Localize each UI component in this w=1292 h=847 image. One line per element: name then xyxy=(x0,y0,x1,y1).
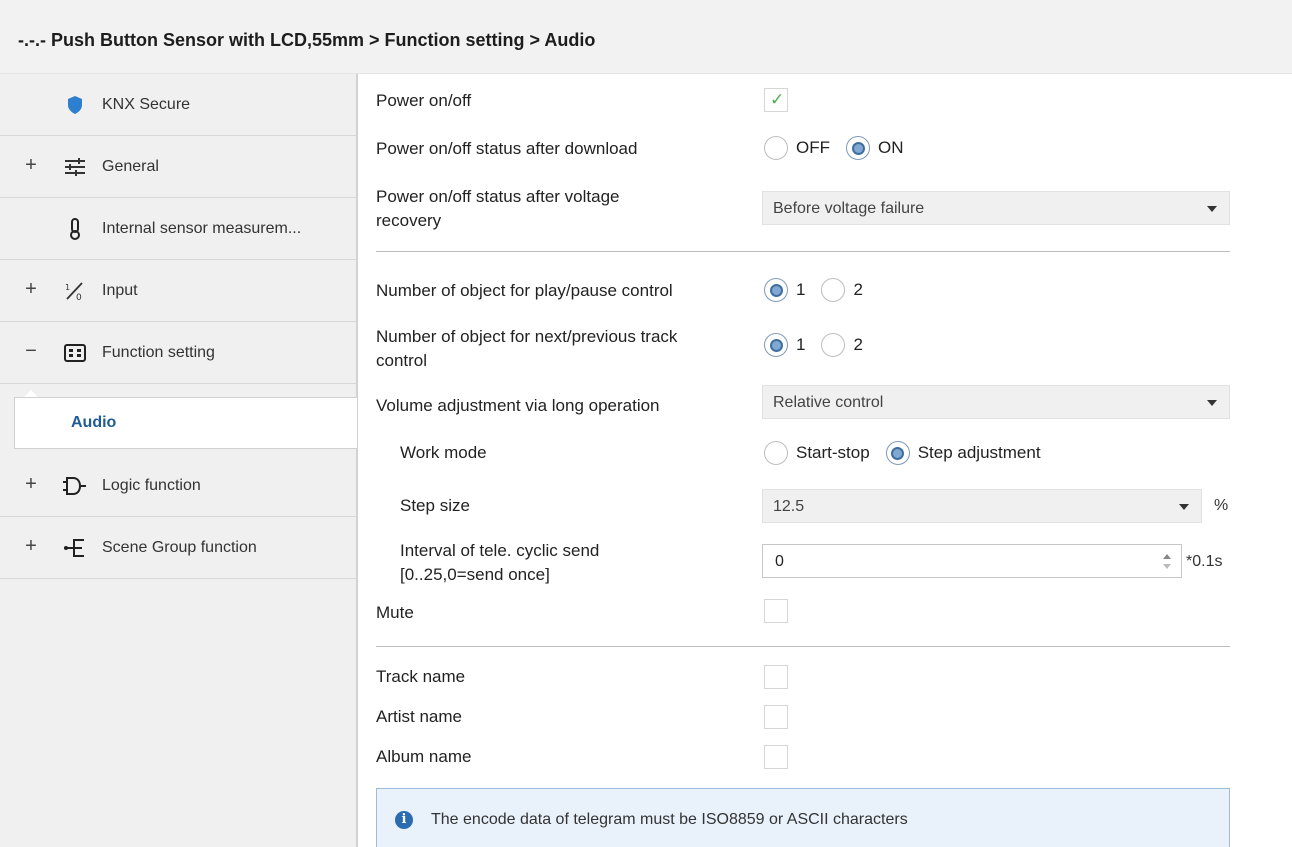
volume-label: Volume adjustment via long operation xyxy=(376,396,660,415)
radio-step-adjustment-label: Step adjustment xyxy=(917,443,1041,462)
track-name-checkbox[interactable] xyxy=(764,665,788,689)
breadcrumb-title: -.-.- Push Button Sensor with LCD,55mm >… xyxy=(18,30,596,50)
scene-group-icon xyxy=(60,535,90,561)
expand-icon[interactable]: + xyxy=(24,471,38,497)
album-name-label: Album name xyxy=(376,747,472,766)
power-download-label: Power on/off status after download xyxy=(376,139,638,158)
radio-step-adjustment[interactable] xyxy=(885,441,910,465)
sidebar-item-logic-function[interactable]: + Logic function xyxy=(0,455,356,517)
radio-on-label: ON xyxy=(878,138,904,157)
interval-unit: *0.1s xyxy=(1186,553,1223,570)
play-pause-radio-group: 1 2 xyxy=(764,277,879,303)
radio-off-label: OFF xyxy=(796,138,830,157)
work-mode-radio-group: Start-stop Step adjustment xyxy=(764,440,1057,466)
thermometer-icon xyxy=(60,216,90,242)
sidebar-item-label: Audio xyxy=(71,414,117,431)
sidebar-item-knx-secure[interactable]: KNX Secure xyxy=(0,74,356,136)
work-mode-label: Work mode xyxy=(400,443,487,462)
radio-2[interactable] xyxy=(821,278,846,302)
select-value: Before voltage failure xyxy=(773,200,925,217)
interval-label-line1: Interval of tele. cyclic send xyxy=(400,541,600,560)
next-prev-label-line1: Number of object for next/previous track xyxy=(376,327,678,346)
sidebar-item-label: Logic function xyxy=(102,477,201,494)
power-download-radio-group: OFF ON xyxy=(764,135,920,161)
sidebar-item-label: Internal sensor measurem... xyxy=(102,220,302,237)
expand-icon[interactable]: + xyxy=(24,276,38,302)
sidebar-item-label: Scene Group function xyxy=(102,539,257,556)
expand-icon[interactable]: + xyxy=(24,533,38,559)
sidebar-item-general[interactable]: + General xyxy=(0,136,356,198)
artist-name-checkbox[interactable] xyxy=(764,705,788,729)
interval-spinbox[interactable]: 0 xyxy=(762,544,1182,578)
expand-icon[interactable]: + xyxy=(24,152,38,178)
step-size-select[interactable]: 12.5 xyxy=(762,489,1202,523)
info-text: The encode data of telegram must be ISO8… xyxy=(431,811,908,828)
radio-1[interactable] xyxy=(764,278,788,302)
next-prev-label-line2: control xyxy=(376,351,428,370)
spin-up-icon[interactable] xyxy=(1163,554,1171,559)
album-name-checkbox[interactable] xyxy=(764,745,788,769)
mute-label: Mute xyxy=(376,603,414,622)
sidebar-item-label: General xyxy=(102,158,159,175)
radio-off[interactable] xyxy=(764,136,788,160)
power-recovery-label-line1: Power on/off status after voltage xyxy=(376,187,620,206)
next-prev-radio-group: 1 2 xyxy=(764,332,879,358)
power-recovery-label-line2: recovery xyxy=(376,211,442,230)
artist-name-label: Artist name xyxy=(376,707,462,726)
spinbox-value: 0 xyxy=(775,553,784,570)
step-size-unit: % xyxy=(1214,497,1229,514)
info-box: i The encode data of telegram must be IS… xyxy=(376,788,1230,847)
info-icon: i xyxy=(395,811,413,829)
radio-start-stop[interactable] xyxy=(764,441,788,465)
check-icon: ✓ xyxy=(770,90,785,109)
sidebar-item-label: Function setting xyxy=(102,344,215,361)
sidebar-item-function-setting[interactable]: − Function setting xyxy=(0,322,356,384)
input-switch-icon: 1 0 xyxy=(60,278,90,304)
title-bar: -.-.- Push Button Sensor with LCD,55mm >… xyxy=(0,0,1292,74)
power-checkbox[interactable]: ✓ xyxy=(764,88,788,112)
select-value: 12.5 xyxy=(773,498,805,515)
function-panel-icon xyxy=(60,340,90,366)
radio-2[interactable] xyxy=(821,333,846,357)
spin-down-icon[interactable] xyxy=(1163,564,1171,569)
shield-icon xyxy=(60,92,90,118)
chevron-down-icon xyxy=(1207,400,1217,406)
track-name-label: Track name xyxy=(376,667,466,686)
play-pause-label: Number of object for play/pause control xyxy=(376,281,673,300)
radio-start-stop-label: Start-stop xyxy=(796,443,870,462)
collapse-icon[interactable]: − xyxy=(24,338,38,364)
sidebar-item-internal-sensor[interactable]: Internal sensor measurem... xyxy=(0,198,356,260)
power-recovery-select[interactable]: Before voltage failure xyxy=(762,191,1230,225)
sidebar: KNX Secure + General Internal sensor mea… xyxy=(0,74,358,847)
sidebar-item-label: Input xyxy=(102,282,138,299)
svg-text:0: 0 xyxy=(76,293,82,301)
parameter-panel: Power on/off ✓ Power on/off status after… xyxy=(360,74,1292,847)
radio-1-label: 1 xyxy=(796,280,806,299)
svg-text:1: 1 xyxy=(65,283,70,292)
sidebar-item-scene-group[interactable]: + Scene Group function xyxy=(0,517,356,579)
power-label: Power on/off xyxy=(376,91,472,110)
divider xyxy=(376,646,1230,647)
sliders-icon xyxy=(60,154,90,180)
step-size-label: Step size xyxy=(400,496,470,515)
chevron-down-icon xyxy=(1179,504,1189,510)
radio-2-label: 2 xyxy=(853,335,863,354)
divider xyxy=(376,251,1230,252)
sidebar-item-audio[interactable]: Audio xyxy=(14,397,358,449)
logic-gate-icon xyxy=(60,473,90,499)
select-value: Relative control xyxy=(773,394,884,411)
radio-on[interactable] xyxy=(846,136,870,160)
chevron-down-icon xyxy=(1207,206,1217,212)
radio-1-label: 1 xyxy=(796,335,806,354)
radio-2-label: 2 xyxy=(853,280,863,299)
interval-label-line2: [0..25,0=send once] xyxy=(400,565,550,584)
mute-checkbox[interactable] xyxy=(764,599,788,623)
volume-select[interactable]: Relative control xyxy=(762,385,1230,419)
radio-1[interactable] xyxy=(764,333,788,357)
sidebar-item-label: KNX Secure xyxy=(102,96,191,113)
sidebar-item-input[interactable]: + 1 0 Input xyxy=(0,260,356,322)
